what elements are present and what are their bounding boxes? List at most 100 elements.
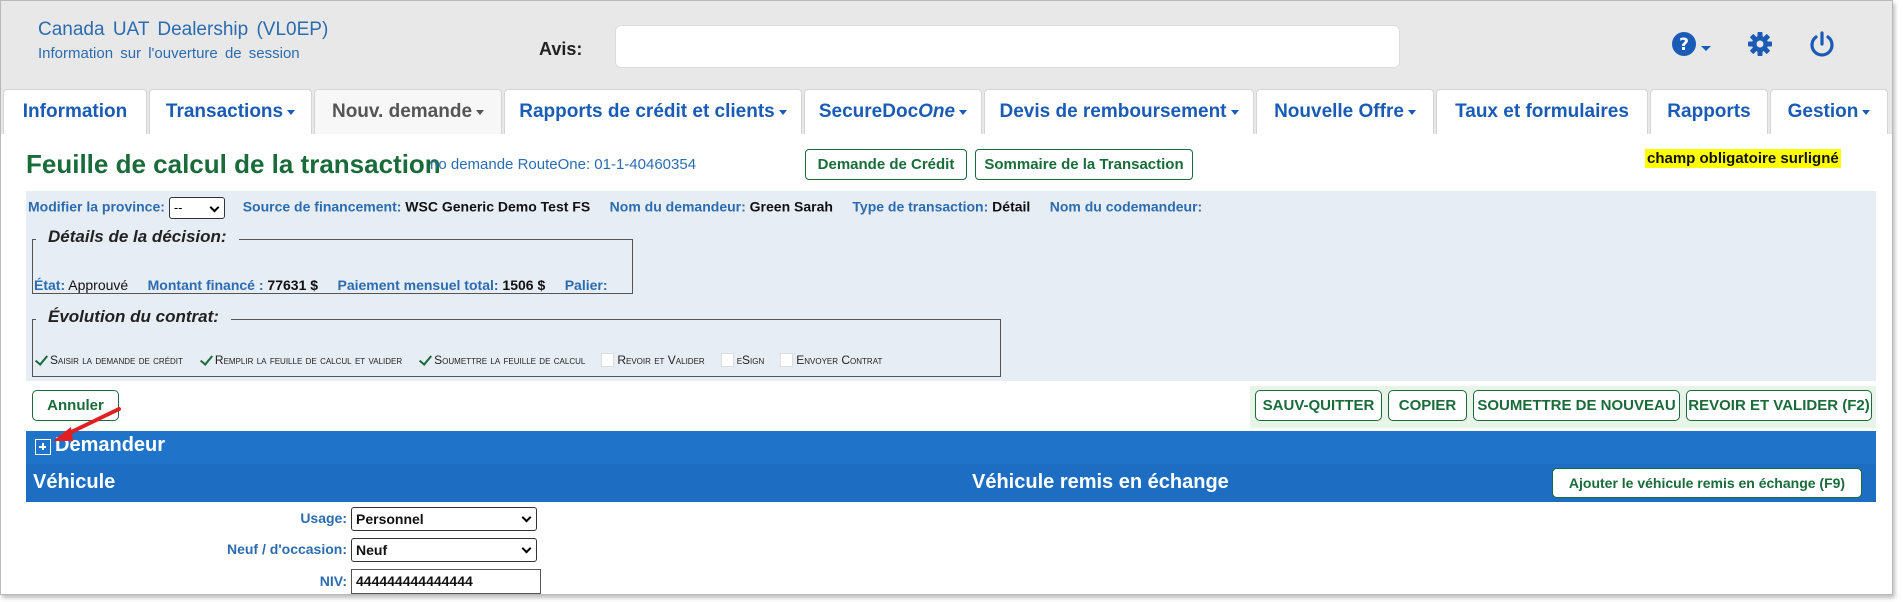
- credit-request-button[interactable]: Demande de Crédit: [805, 149, 967, 180]
- coapplicant-name-label: Nom du codemandeur:: [1049, 198, 1203, 215]
- tab-reports[interactable]: Rapports: [1650, 89, 1768, 134]
- applicant-section-header[interactable]: Demandeur: [26, 431, 1876, 464]
- notice-label: Avis:: [539, 39, 583, 59]
- progress-step: Envoyer Contrat: [780, 353, 882, 367]
- usage-select[interactable]: Personnel: [351, 507, 537, 531]
- transaction-type-label: Type de transaction:: [852, 198, 989, 215]
- chevron-down-icon: [287, 109, 296, 115]
- add-trade-in-button[interactable]: Ajouter le véhicule remis en échange (F9…: [1552, 468, 1862, 498]
- vin-input[interactable]: 444444444444444: [351, 569, 541, 594]
- required-field-note: champ obligatoire surligné: [1645, 149, 1841, 168]
- review-validate-button[interactable]: REVOIR ET VALIDER (F2): [1686, 390, 1872, 421]
- vehicle-section-header: Véhicule Véhicule remis en échange Ajout…: [26, 464, 1876, 502]
- trade-in-section-title: Véhicule remis en échange: [972, 471, 1229, 493]
- check-icon: [199, 353, 212, 367]
- check-icon: [34, 353, 47, 367]
- step-label: Saisir la demande de crédit: [50, 353, 183, 367]
- step-label: Soumettre la feuille de calcul: [434, 353, 586, 367]
- contract-progress-steps: Saisir la demande de crédit Remplir la f…: [34, 353, 898, 367]
- step-label: Remplir la feuille de calcul et valider: [214, 353, 403, 367]
- notice-box: [615, 25, 1400, 68]
- tab-label: Rapports: [1667, 101, 1751, 122]
- progress-step: Saisir la demande de crédit: [34, 353, 183, 367]
- tab-label: Devis de remboursement: [999, 101, 1227, 122]
- check-icon: [418, 353, 431, 367]
- dealer-title: Canada UAT Dealership (VL0EP): [38, 19, 329, 40]
- empty-checkbox-icon: [780, 353, 794, 367]
- step-label: Revoir et Valider: [617, 353, 705, 367]
- decision-details-row: État: Approuvé Montant financé : 77631 $…: [34, 277, 608, 293]
- session-info-link[interactable]: Information sur l'ouverture de session: [38, 45, 300, 62]
- copy-button[interactable]: COPIER: [1388, 390, 1467, 421]
- chevron-down-icon[interactable]: [1701, 46, 1711, 51]
- contract-progress-legend: Évolution du contrat:: [36, 307, 231, 327]
- main-nav: Information Transactions Nouv. demande R…: [1, 89, 1892, 134]
- condition-value: Neuf: [356, 542, 388, 558]
- tab-rates-forms[interactable]: Taux et formulaires: [1436, 89, 1648, 134]
- amount-financed-value: 77631 $: [267, 277, 319, 293]
- monthly-payment-value: 1506 $: [502, 277, 546, 293]
- usage-label: Usage:: [300, 510, 347, 526]
- progress-step: eSign: [720, 353, 764, 367]
- amount-financed-label: Montant financé :: [147, 277, 264, 293]
- monthly-payment-label: Paiement mensuel total:: [337, 277, 499, 293]
- province-select[interactable]: --: [168, 197, 225, 219]
- progress-step: Revoir et Valider: [601, 353, 705, 367]
- tab-new-offer[interactable]: Nouvelle Offre: [1256, 89, 1434, 134]
- annotation-arrow-icon: [53, 407, 121, 441]
- empty-checkbox-icon: [601, 353, 615, 367]
- empty-checkbox-icon: [720, 353, 734, 367]
- power-icon[interactable]: [1807, 29, 1837, 59]
- chevron-down-icon: [521, 512, 532, 523]
- condition-label: Neuf / d'occasion:: [226, 541, 347, 557]
- tab-new-request[interactable]: Nouv. demande: [314, 89, 502, 134]
- province-value: --: [173, 200, 183, 215]
- progress-step: Soumettre la feuille de calcul: [418, 353, 585, 367]
- chevron-down-icon: [1407, 109, 1416, 115]
- funding-source-value: WSC Generic Demo Test FS: [405, 198, 591, 215]
- chevron-down-icon: [959, 109, 968, 115]
- tab-management[interactable]: Gestion: [1770, 89, 1888, 134]
- header: Canada UAT Dealership (VL0EP) Informatio…: [1, 1, 1892, 89]
- tab-label: Information: [22, 101, 128, 122]
- funding-source-label: Source de financement:: [242, 198, 402, 215]
- progress-step: Remplir la feuille de calcul et valider: [199, 353, 402, 367]
- tab-transactions[interactable]: Transactions: [149, 89, 312, 134]
- contract-progress-box: [32, 319, 1001, 377]
- app-window: Canada UAT Dealership (VL0EP) Informatio…: [0, 0, 1893, 595]
- state-label: État:: [34, 277, 66, 293]
- page-title: Feuille de calcul de la transaction: [26, 149, 441, 179]
- tab-information[interactable]: Information: [3, 89, 147, 134]
- usage-value: Personnel: [356, 511, 424, 527]
- chevron-down-icon: [1862, 109, 1871, 115]
- tab-credit-reports[interactable]: Rapports de crédit et clients: [504, 89, 802, 134]
- help-icon[interactable]: ?: [1669, 29, 1699, 59]
- chevron-down-icon: [778, 109, 787, 115]
- applicant-name-value: Green Sarah: [749, 198, 833, 215]
- save-quit-button[interactable]: SAUV-QUITTER: [1255, 390, 1382, 421]
- vehicle-section-title: Véhicule: [33, 471, 116, 493]
- resubmit-button[interactable]: SOUMETTRE DE NOUVEAU: [1473, 390, 1680, 421]
- step-label: Envoyer Contrat: [796, 353, 883, 367]
- province-label: Modifier la province:: [28, 198, 165, 215]
- svg-text:?: ?: [1679, 35, 1689, 55]
- state-value: Approuvé: [68, 277, 129, 293]
- chevron-down-icon: [209, 202, 220, 213]
- condition-select[interactable]: Neuf: [351, 538, 537, 562]
- transaction-summary-button[interactable]: Sommaire de la Transaction: [975, 149, 1193, 180]
- tier-label: Palier:: [564, 277, 608, 293]
- chevron-down-icon: [521, 543, 532, 554]
- decision-details-legend: Détails de la décision:: [36, 227, 239, 247]
- tab-label: Nouv. demande: [331, 101, 473, 122]
- tab-label: Transactions: [165, 101, 284, 122]
- vin-label: NIV:: [319, 573, 347, 589]
- tab-payoff-quotes[interactable]: Devis de remboursement: [984, 89, 1254, 134]
- tab-label: Taux et formulaires: [1455, 101, 1629, 122]
- tab-securedocone[interactable]: SecureDoc One: [804, 89, 982, 134]
- tab-label: Rapports de crédit et clients: [519, 101, 775, 122]
- chevron-down-icon: [1230, 109, 1239, 115]
- tab-label: Gestion: [1787, 101, 1859, 122]
- tab-label-suffix: One: [918, 101, 956, 122]
- gear-icon[interactable]: [1745, 29, 1775, 59]
- tab-label: Nouvelle Offre: [1274, 101, 1404, 122]
